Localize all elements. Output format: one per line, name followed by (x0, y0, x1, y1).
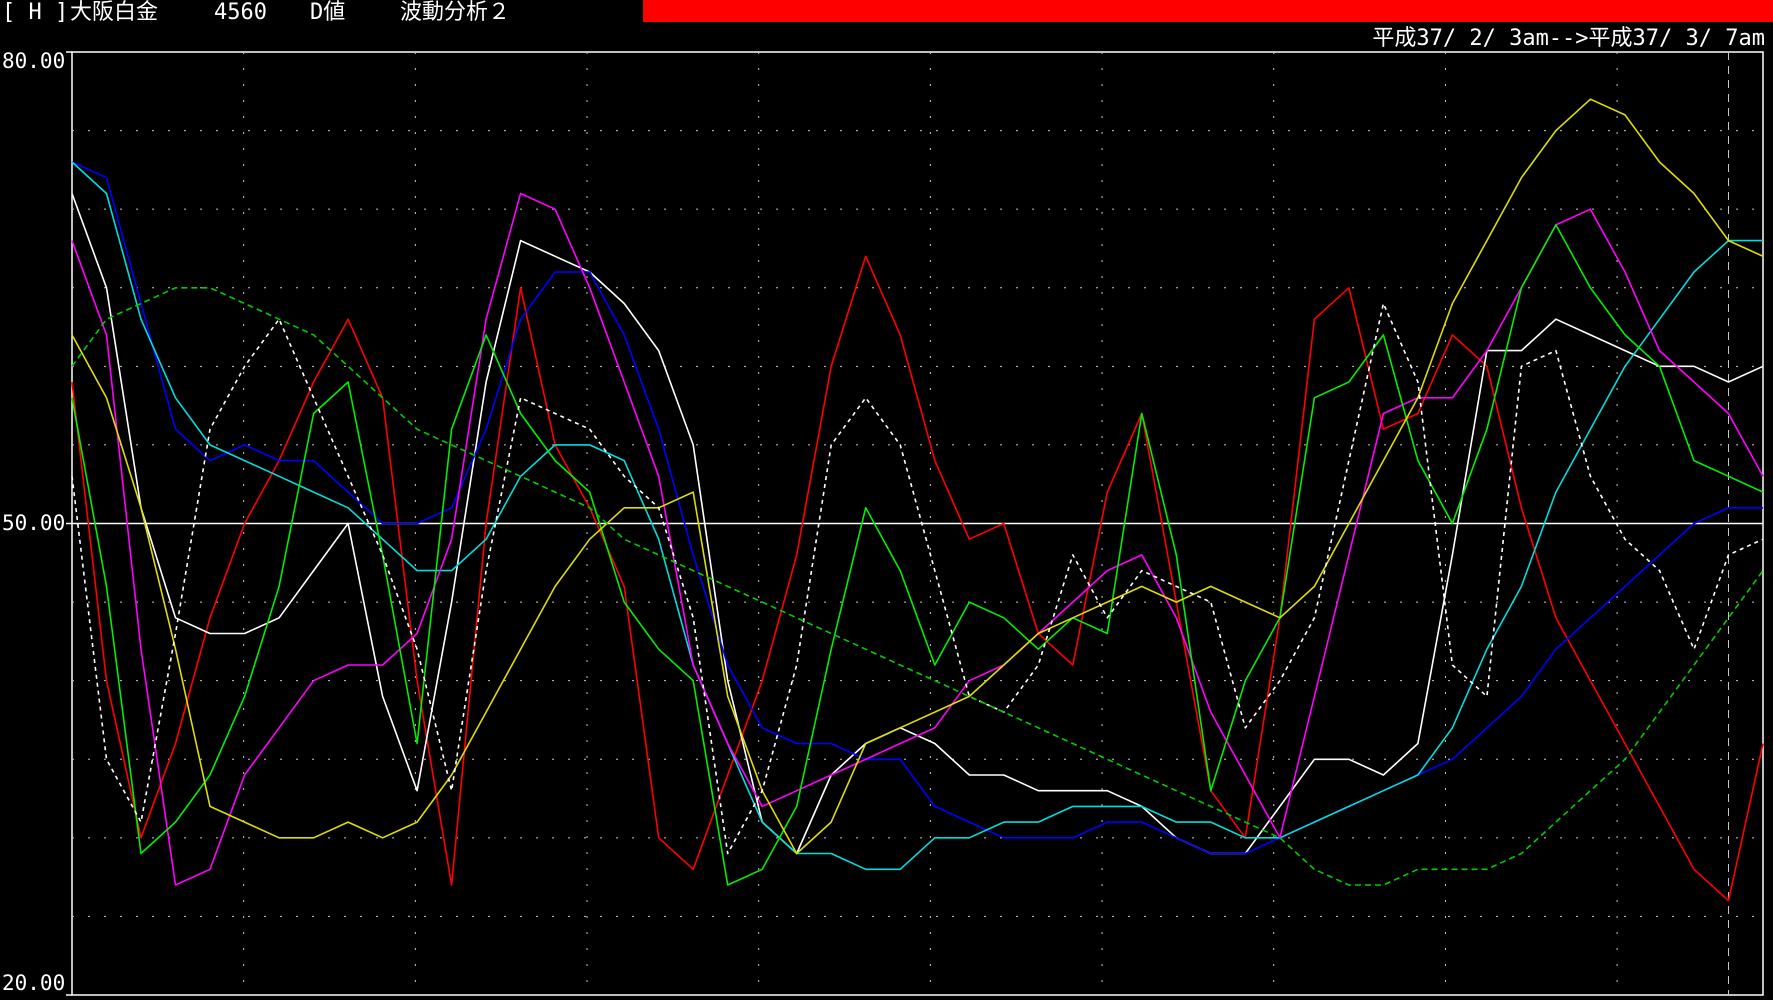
y-tick-label-top: 80.00 (2, 49, 66, 73)
header-status-bar (643, 0, 1773, 22)
instrument-code: 4560 (214, 0, 267, 25)
indicator-name: 波動分析２ (400, 0, 511, 25)
instrument-name: 大阪白金 (70, 0, 159, 25)
series-line-1 (71, 255, 1764, 902)
chart-canvas (66, 51, 1764, 996)
series-line-9 (71, 286, 1764, 886)
y-tick-label-mid: 50.00 (2, 511, 66, 535)
chart-window-id: [ H ] (2, 0, 69, 25)
y-tick-label-bottom: 20.00 (2, 971, 66, 995)
series-line-5 (71, 192, 1764, 886)
series-line-8 (71, 302, 1764, 855)
date-range-label: 平成37/ 2/ 3am-->平成37/ 3/ 7am (1372, 26, 1765, 51)
value-type-label: D値 (310, 0, 346, 25)
series-line-4 (71, 161, 1763, 871)
